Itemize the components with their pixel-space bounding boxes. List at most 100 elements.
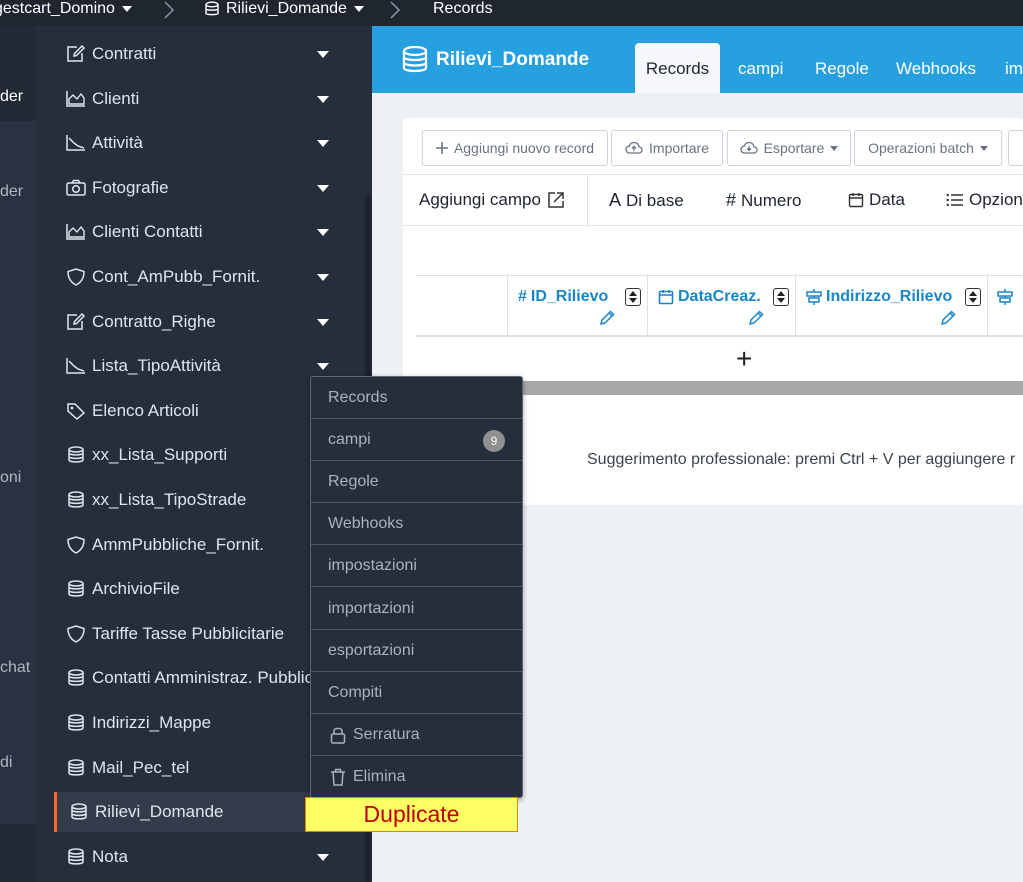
breadcrumb-app[interactable]: gestcart_Domino bbox=[0, 0, 133, 18]
hash-icon: # bbox=[518, 288, 527, 305]
shield-icon bbox=[66, 535, 86, 554]
tab-records[interactable]: Records bbox=[635, 43, 720, 93]
caret-down-icon[interactable] bbox=[317, 95, 329, 103]
sidebar-item-lista-tipoattivit[interactable]: Lista_TipoAttività bbox=[36, 346, 356, 386]
top-breadcrumb-bar: gestcart_Domino Rilievi_Domande Records bbox=[0, 0, 1023, 26]
field-type-number[interactable]: # Numero bbox=[726, 190, 801, 211]
breadcrumb-table-label: Rilievi_Domande bbox=[226, 0, 347, 17]
sidebar-item-fotografie[interactable]: Fotografie bbox=[36, 168, 356, 208]
plus-icon: + bbox=[736, 343, 753, 374]
sidebar-item-archiviofile[interactable]: ArchivioFile bbox=[36, 569, 356, 609]
sidebar-item-clienti[interactable]: Clienti bbox=[36, 79, 356, 119]
caret-down-icon[interactable] bbox=[317, 140, 329, 148]
sidebar-item-nota[interactable]: Nota bbox=[36, 837, 356, 877]
caret-down-icon[interactable] bbox=[317, 274, 329, 281]
caret-down-icon[interactable] bbox=[317, 363, 329, 371]
sidebar-item-label: Contratti bbox=[92, 44, 157, 63]
column-header[interactable]: Indirizzo_Rilievo bbox=[795, 276, 987, 337]
menu-item-label: esportazioni bbox=[328, 641, 415, 659]
menu-item-label: Serratura bbox=[353, 725, 420, 743]
field-type-date[interactable]: Data bbox=[848, 190, 905, 210]
caret-down-icon[interactable] bbox=[317, 51, 329, 58]
pencil-icon[interactable] bbox=[747, 309, 765, 327]
table-context-menu: Records campi 9 Regole Webhooks impostazioni i… bbox=[310, 376, 523, 798]
sort-icon[interactable] bbox=[965, 288, 981, 306]
menu-item-regole[interactable]: Regole bbox=[311, 461, 522, 504]
tab-webhooks[interactable]: Webhooks bbox=[896, 43, 976, 93]
database-icon bbox=[205, 1, 219, 16]
menu-item-label: campi bbox=[328, 431, 371, 449]
pencil-icon[interactable] bbox=[598, 309, 616, 327]
tab-campi[interactable]: campi bbox=[738, 43, 783, 93]
database-icon bbox=[66, 491, 86, 509]
duplicate-tooltip[interactable]: Duplicate bbox=[305, 797, 518, 832]
sidebar-item-xx-lista-tipostrade[interactable]: xx_Lista_TipoStrade bbox=[36, 480, 356, 520]
column-label: Indirizzo_Rilievo bbox=[826, 288, 953, 305]
menu-item-webhooks[interactable]: Webhooks bbox=[311, 503, 522, 546]
cloud-download-icon bbox=[739, 141, 758, 154]
sidebar-item-label: Rilievi_Domande bbox=[95, 802, 224, 822]
field-type-basic[interactable]: A Di base bbox=[609, 190, 684, 211]
table-title: Rilievi_Domande bbox=[436, 49, 590, 70]
menu-item-label: Records bbox=[328, 389, 388, 406]
sidebar-item-label: Indirizzi_Mappe bbox=[92, 713, 212, 732]
field-type-label: Di base bbox=[626, 190, 684, 210]
export-button[interactable]: Esportare bbox=[727, 130, 851, 166]
import-button[interactable]: Importare bbox=[611, 130, 723, 166]
menu-item-elimina[interactable]: Elimina bbox=[311, 756, 522, 798]
sidebar-item-attivit[interactable]: Attività bbox=[36, 123, 356, 163]
sidebar-item-cont-ampubb-fornit[interactable]: Cont_AmPubb_Fornit. bbox=[36, 257, 356, 297]
field-type-options[interactable]: Opzione bbox=[946, 190, 1023, 210]
menu-item-label: Compiti bbox=[328, 683, 383, 701]
signpost-icon bbox=[997, 289, 1013, 305]
caret-down-icon bbox=[353, 6, 364, 12]
menu-item-label: Webhooks bbox=[328, 515, 404, 533]
menu-item-importazioni[interactable]: importazioni bbox=[311, 588, 522, 630]
column-header[interactable] bbox=[987, 276, 1023, 337]
pencil-icon[interactable] bbox=[939, 309, 957, 327]
sidebar-item-contratto-righe[interactable]: Contratto_Righe bbox=[36, 302, 356, 342]
batch-operations-button[interactable]: Operazioni batch bbox=[854, 130, 1002, 166]
breadcrumb-app-label: gestcart_Domino bbox=[0, 0, 115, 17]
sidebar-item-label: Clienti Contatti bbox=[92, 222, 203, 242]
line-chart-icon bbox=[66, 357, 86, 375]
sort-icon[interactable] bbox=[625, 288, 641, 306]
sidebar-item-xx-lista-supporti[interactable]: xx_Lista_Supporti bbox=[36, 435, 356, 475]
field-type-label: Opzione bbox=[969, 190, 1023, 209]
add-field-button[interactable]: Aggiungi campo bbox=[419, 190, 566, 210]
caret-down-icon[interactable] bbox=[317, 184, 329, 192]
caret-down-icon[interactable] bbox=[317, 229, 329, 237]
sidebar-item-indirizzi-mappe[interactable]: Indirizzi_Mappe bbox=[36, 703, 356, 743]
more-toolbar-button[interactable] bbox=[1008, 130, 1023, 166]
sort-icon[interactable] bbox=[773, 288, 789, 306]
menu-item-esportazioni[interactable]: esportazioni bbox=[311, 630, 522, 672]
menu-item-compiti[interactable]: Compiti bbox=[311, 672, 522, 714]
add-row-button[interactable]: + bbox=[416, 339, 1023, 381]
edit-icon bbox=[66, 312, 86, 331]
tab-impostazioni[interactable]: im bbox=[1005, 43, 1023, 93]
sidebar-item-ammpubbliche-fornit[interactable]: AmmPubbliche_Fornit. bbox=[36, 525, 356, 565]
menu-item-records[interactable]: Records bbox=[311, 377, 522, 419]
breadcrumb-table[interactable]: Rilievi_Domande bbox=[204, 0, 365, 18]
sidebar-item-tariffe-tasse-pubblicitarie[interactable]: Tariffe Tasse Pubblicitarie bbox=[36, 614, 356, 654]
column-header[interactable]: DataCreaz. bbox=[647, 276, 795, 337]
sidebar-item-rilievi-domande[interactable]: Rilievi_Domande bbox=[54, 792, 326, 833]
sidebar-item-mail-pec-tel[interactable]: Mail_Pec_tel bbox=[36, 748, 356, 788]
caret-down-icon[interactable] bbox=[317, 318, 329, 326]
caret-down-icon[interactable] bbox=[317, 853, 329, 861]
column-title: # ID_Rilievo bbox=[518, 288, 608, 306]
menu-item-serratura[interactable]: Serratura bbox=[311, 714, 522, 756]
sidebar-item-contratti[interactable]: Contratti bbox=[36, 34, 356, 74]
sidebar-item-label: Contatti Amministraz. Pubblic bbox=[92, 668, 314, 688]
tab-regole[interactable]: Regole bbox=[815, 43, 869, 93]
menu-item-campi[interactable]: campi 9 bbox=[311, 419, 522, 462]
column-header[interactable]: # ID_Rilievo bbox=[507, 276, 647, 337]
sidebar-item-clienti-contatti[interactable]: Clienti Contatti bbox=[36, 212, 356, 252]
menu-item-impostazioni[interactable]: impostazioni bbox=[311, 545, 522, 588]
tab-label: Records bbox=[645, 59, 710, 78]
sidebar-item-contatti-amministraz-pubblic[interactable]: Contatti Amministraz. Pubblic bbox=[36, 658, 356, 698]
sidebar-item-elenco-articoli[interactable]: Elenco Articoli bbox=[36, 391, 356, 431]
shield-icon bbox=[66, 268, 86, 286]
add-record-button[interactable]: Aggiungi nuovo record bbox=[422, 130, 608, 166]
sidebar-item-label: Mail_Pec_tel bbox=[92, 757, 190, 777]
